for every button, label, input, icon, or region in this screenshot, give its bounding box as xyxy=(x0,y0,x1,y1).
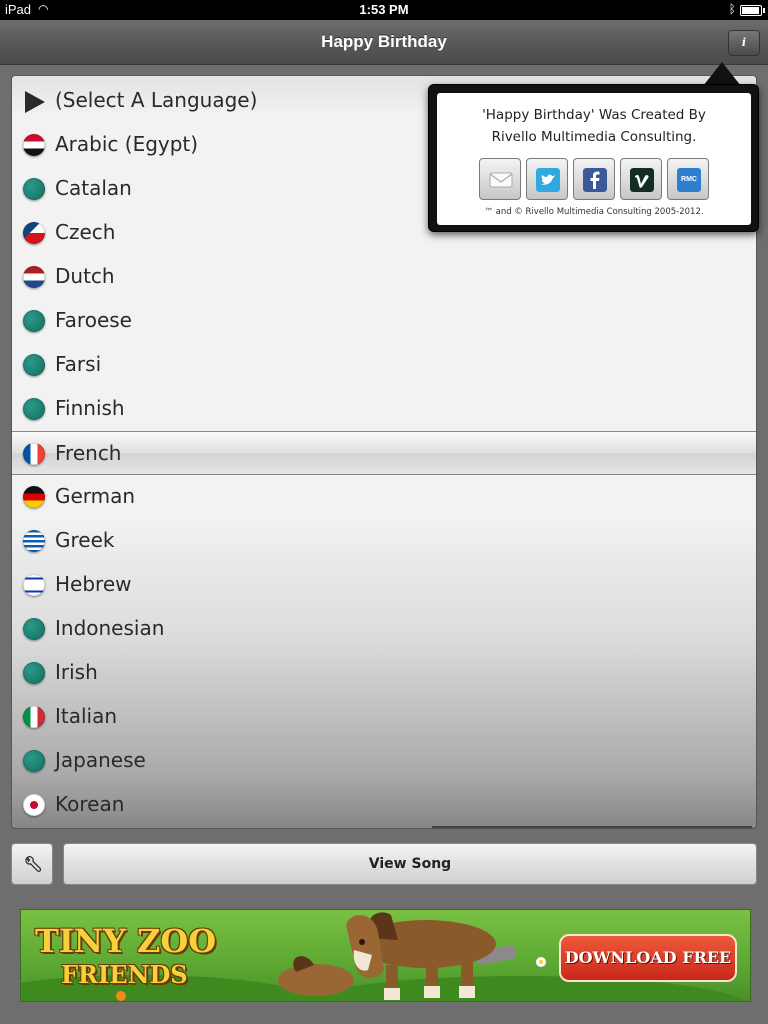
popover-content: 'Happy Birthday' Was Created By Rivello … xyxy=(437,93,751,225)
language-label: Faroese xyxy=(55,308,132,332)
language-label: (Select A Language) xyxy=(55,88,258,112)
language-label: Farsi xyxy=(55,352,102,376)
wrench-icon xyxy=(25,856,42,872)
popover-copyright: ™ and © Rivello Multimedia Consulting 20… xyxy=(484,207,704,217)
play-arrow-icon xyxy=(25,91,45,113)
language-label: Czech xyxy=(55,220,116,244)
info-button[interactable]: i xyxy=(728,30,760,56)
horse-illustration xyxy=(278,912,496,1000)
language-label: Italian xyxy=(55,704,118,728)
popover-arrow xyxy=(703,62,741,86)
battery-icon xyxy=(740,5,765,16)
language-row[interactable]: Finnish xyxy=(12,387,756,431)
germany-flag-icon xyxy=(23,486,45,508)
twitter-icon xyxy=(536,168,560,192)
teal-dot-flag-icon xyxy=(23,398,45,420)
language-label: Japanese xyxy=(55,748,146,772)
bluetooth-icon: ᛒ xyxy=(728,2,736,16)
ad-title-line-1: TINY ZOO xyxy=(35,922,217,960)
israel-flag-icon xyxy=(23,574,45,596)
view-song-button[interactable]: View Song xyxy=(63,843,757,885)
ad-download-button[interactable]: DOWNLOAD FREE xyxy=(559,934,737,982)
language-row[interactable]: Indonesian xyxy=(12,607,756,651)
language-row[interactable]: Faroese xyxy=(12,299,756,343)
netherlands-flag-icon xyxy=(23,266,45,288)
rmc-website-button[interactable]: RMC xyxy=(667,158,709,200)
about-popover: 'Happy Birthday' Was Created By Rivello … xyxy=(428,84,759,232)
facebook-icon xyxy=(583,168,607,192)
status-bar: iPad ◠ 1:53 PM ᛒ xyxy=(0,0,768,20)
popover-credit-line-1: 'Happy Birthday' Was Created By xyxy=(482,107,706,123)
vimeo-icon xyxy=(630,168,654,192)
language-row[interactable]: Greek xyxy=(12,519,756,563)
language-row[interactable]: Farsi xyxy=(12,343,756,387)
language-row[interactable]: Dutch xyxy=(12,255,756,299)
language-row[interactable]: Italian xyxy=(12,695,756,739)
teal-dot-flag-icon xyxy=(23,618,45,640)
language-label: Finnish xyxy=(55,396,125,420)
settings-button[interactable] xyxy=(11,843,53,885)
czech-flag-icon xyxy=(23,222,45,244)
language-row[interactable]: Japanese xyxy=(12,739,756,783)
teal-dot-flag-icon xyxy=(23,310,45,332)
popover-credit-line-2: Rivello Multimedia Consulting. xyxy=(491,129,697,145)
rmc-icon: RMC xyxy=(677,168,701,192)
language-label: Arabic (Egypt) xyxy=(55,132,199,156)
language-row[interactable]: Korean xyxy=(12,783,756,827)
mail-icon xyxy=(489,172,513,188)
teal-dot-flag-icon xyxy=(23,354,45,376)
facebook-share-button[interactable] xyxy=(573,158,615,200)
nav-title: Happy Birthday xyxy=(321,32,447,51)
language-label: Greek xyxy=(55,528,115,552)
france-flag-icon xyxy=(23,443,45,465)
italy-flag-icon xyxy=(23,706,45,728)
language-row[interactable]: Hebrew xyxy=(12,563,756,607)
language-label: Irish xyxy=(55,660,98,684)
egypt-flag-icon xyxy=(23,134,45,156)
ad-banner[interactable]: TINY ZOO FRIENDS DOWNLOAD FREE xyxy=(20,909,751,1002)
teal-dot-flag-icon xyxy=(23,662,45,684)
language-label: German xyxy=(55,484,136,508)
email-share-button[interactable] xyxy=(479,158,521,200)
language-label: Catalan xyxy=(55,176,132,200)
ad-title-line-2: FRIENDS xyxy=(61,960,188,989)
language-row[interactable]: German xyxy=(12,475,756,519)
language-row[interactable]: French xyxy=(12,431,756,475)
teal-dot-flag-icon xyxy=(23,178,45,200)
language-label: Hebrew xyxy=(55,572,132,596)
vimeo-share-button[interactable] xyxy=(620,158,662,200)
status-time: 1:53 PM xyxy=(359,2,409,17)
language-row[interactable]: Irish xyxy=(12,651,756,695)
greece-flag-icon xyxy=(23,530,45,552)
twitter-share-button[interactable] xyxy=(526,158,568,200)
language-label: Dutch xyxy=(55,264,115,288)
language-label: Korean xyxy=(55,792,125,816)
teal-dot-flag-icon xyxy=(23,750,45,772)
nav-bar: Happy Birthday i xyxy=(0,20,768,65)
language-label: French xyxy=(55,441,122,465)
korea-flag-icon xyxy=(23,794,45,816)
language-label: Indonesian xyxy=(55,616,165,640)
